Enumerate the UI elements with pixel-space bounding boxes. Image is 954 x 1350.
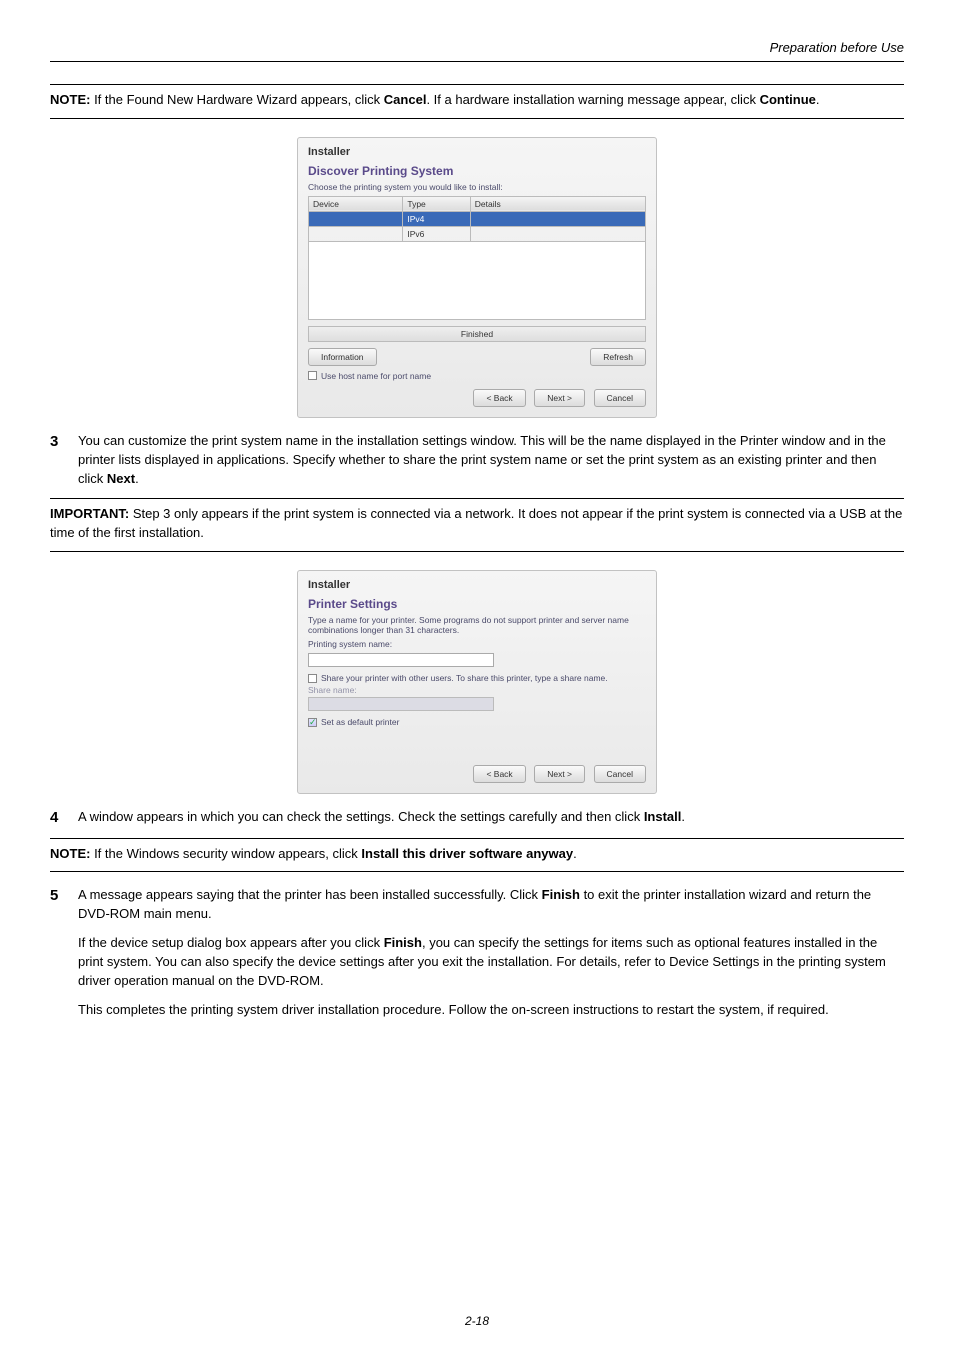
- step3-text-a: You can customize the print system name …: [78, 433, 886, 486]
- note-box-2: NOTE: If the Windows security window app…: [50, 838, 904, 873]
- device-table-body[interactable]: [308, 242, 646, 320]
- important-text: Step 3 only appears if the print system …: [50, 506, 902, 540]
- step5-finish2: Finish: [384, 935, 422, 950]
- back-button[interactable]: < Back: [473, 389, 525, 407]
- step5-finish: Finish: [542, 887, 580, 902]
- next-button[interactable]: Next >: [534, 389, 585, 407]
- table-row[interactable]: IPv6: [309, 226, 646, 241]
- default-printer-label: Set as default printer: [321, 717, 399, 727]
- note1-text-a: If the Found New Hardware Wizard appears…: [90, 92, 383, 107]
- device-table: Device Type Details IPv4 IPv6: [308, 196, 646, 242]
- cancel-button[interactable]: Cancel: [594, 765, 646, 783]
- step4-install: Install: [644, 809, 682, 824]
- printing-system-name-input[interactable]: [308, 653, 494, 667]
- back-button[interactable]: < Back: [473, 765, 525, 783]
- step-4-number: 4: [50, 808, 78, 828]
- dialog1-installer-title: Installer: [308, 146, 646, 158]
- header-section-title: Preparation before Use: [50, 40, 904, 62]
- installer-dialog-discover: Installer Discover Printing System Choos…: [297, 137, 657, 418]
- share-name-label: Share name:: [308, 685, 646, 695]
- note2-label: NOTE:: [50, 846, 90, 861]
- step4-text-a: A window appears in which you can check …: [78, 809, 644, 824]
- share-printer-checkbox[interactable]: [308, 674, 317, 683]
- row1-type: IPv4: [403, 211, 470, 226]
- step5-p3: This completes the printing system drive…: [78, 1001, 904, 1020]
- dialog2-psn-label: Printing system name:: [308, 639, 646, 649]
- row2-type: IPv6: [403, 226, 470, 241]
- default-printer-checkbox[interactable]: [308, 718, 317, 727]
- step3-next: Next: [107, 471, 135, 486]
- note2-text-b: .: [573, 846, 577, 861]
- step-4: 4 A window appears in which you can chec…: [50, 808, 904, 828]
- note2-anyway: Install this driver software anyway: [361, 846, 573, 861]
- note-label: NOTE:: [50, 92, 90, 107]
- cancel-button[interactable]: Cancel: [594, 389, 646, 407]
- step-5: 5 A message appears saying that the prin…: [50, 886, 904, 1029]
- note2-text-a: If the Windows security window appears, …: [90, 846, 361, 861]
- col-type[interactable]: Type: [403, 196, 470, 211]
- table-row[interactable]: IPv4: [309, 211, 646, 226]
- step-3: 3 You can customize the print system nam…: [50, 432, 904, 489]
- dialog1-choose-text: Choose the printing system you would lik…: [308, 182, 646, 192]
- share-name-input: [308, 697, 494, 711]
- note-box-1: NOTE: If the Found New Hardware Wizard a…: [50, 84, 904, 119]
- note1-continue: Continue: [760, 92, 816, 107]
- step4-text-b: .: [681, 809, 685, 824]
- dialog2-installer-title: Installer: [308, 579, 646, 591]
- step3-text-b: .: [135, 471, 139, 486]
- step5-p2a: If the device setup dialog box appears a…: [78, 935, 384, 950]
- dialog1-heading: Discover Printing System: [308, 164, 646, 178]
- next-button[interactable]: Next >: [534, 765, 585, 783]
- note1-text-b: . If a hardware installation warning mes…: [426, 92, 759, 107]
- step-3-number: 3: [50, 432, 78, 452]
- information-button[interactable]: Information: [308, 348, 377, 366]
- col-details[interactable]: Details: [470, 196, 645, 211]
- important-label: IMPORTANT:: [50, 506, 129, 521]
- dialog2-heading: Printer Settings: [308, 597, 646, 611]
- status-bar: Finished: [308, 326, 646, 342]
- step-5-number: 5: [50, 886, 78, 906]
- page-number: 2-18: [0, 1314, 954, 1328]
- share-printer-label: Share your printer with other users. To …: [321, 673, 608, 683]
- col-device[interactable]: Device: [309, 196, 403, 211]
- use-host-name-checkbox[interactable]: [308, 371, 317, 380]
- important-box: IMPORTANT: Step 3 only appears if the pr…: [50, 498, 904, 552]
- note1-text-c: .: [816, 92, 820, 107]
- note1-cancel: Cancel: [384, 92, 427, 107]
- use-host-name-label: Use host name for port name: [321, 371, 431, 381]
- dialog2-desc: Type a name for your printer. Some progr…: [308, 615, 646, 635]
- installer-dialog-printer-settings: Installer Printer Settings Type a name f…: [297, 570, 657, 794]
- step5-p1a: A message appears saying that the printe…: [78, 887, 542, 902]
- refresh-button[interactable]: Refresh: [590, 348, 646, 366]
